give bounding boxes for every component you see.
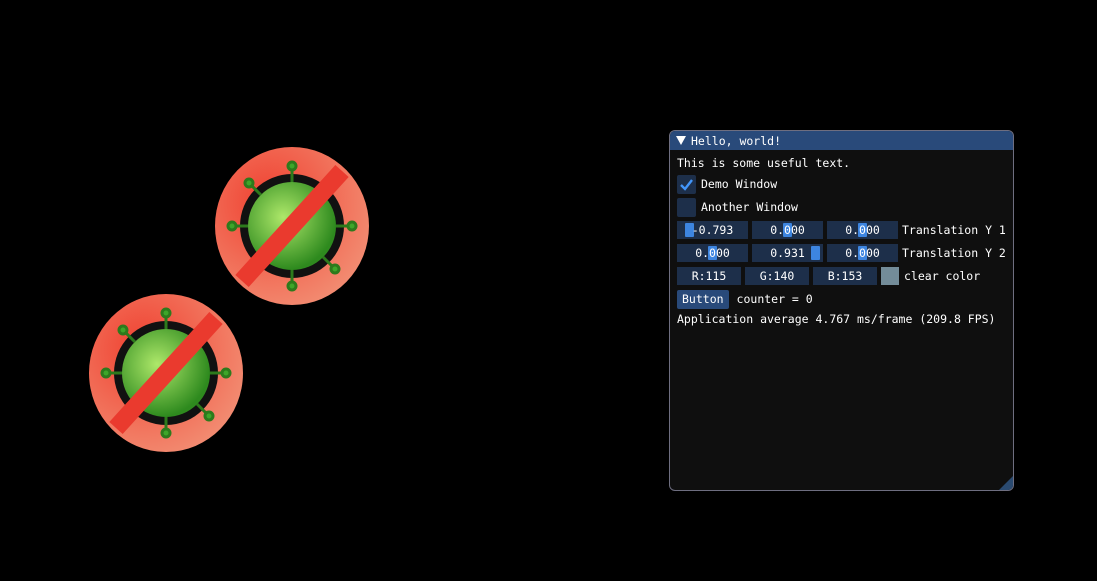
counter-button[interactable]: Button <box>677 289 729 309</box>
window-titlebar[interactable]: Hello, world! <box>670 131 1013 150</box>
slider-value: 0.000 <box>695 246 730 260</box>
no-virus-icon <box>215 147 369 305</box>
b-value: B:153 <box>827 269 863 283</box>
translation-y1-label: Translation Y 1 <box>902 223 1006 237</box>
resize-grip-icon[interactable] <box>999 476 1013 490</box>
demo-window-checkbox-row[interactable]: Demo Window <box>677 174 777 194</box>
slider-value: 0.000 <box>845 246 880 260</box>
translation-y1-z-slider[interactable]: 0.000 <box>827 221 898 239</box>
clear-color-r-field[interactable]: R:115 <box>677 267 741 285</box>
render-viewport: Hello, world! This is some useful text. … <box>0 0 1097 581</box>
translation-y1-row: -0.793 0.000 0.000 Translation Y 1 <box>677 220 1006 240</box>
slider-grab[interactable] <box>811 246 820 260</box>
button-row: Button counter = 0 <box>677 289 813 309</box>
counter-text: counter = 0 <box>736 292 813 306</box>
translation-y1-y-slider[interactable]: 0.000 <box>752 221 823 239</box>
demo-window-checkbox[interactable] <box>677 174 696 194</box>
hello-world-window[interactable]: Hello, world! This is some useful text. … <box>669 130 1014 491</box>
slider-value: -0.793 <box>691 223 734 237</box>
clear-color-swatch[interactable] <box>881 267 899 285</box>
g-value: G:140 <box>759 269 795 283</box>
clear-color-row: R:115 G:140 B:153 clear color <box>677 266 980 286</box>
no-virus-sprite-1 <box>214 146 370 306</box>
slider-value: 0.931 <box>770 246 805 260</box>
clear-color-label: clear color <box>904 269 981 283</box>
slider-value: 0.000 <box>770 223 805 237</box>
useful-text: This is some useful text. <box>677 156 851 170</box>
clear-color-g-field[interactable]: G:140 <box>745 267 809 285</box>
another-window-label: Another Window <box>701 200 798 214</box>
clear-color-b-field[interactable]: B:153 <box>813 267 877 285</box>
window-title: Hello, world! <box>691 133 782 148</box>
collapse-arrow-icon[interactable] <box>676 136 686 145</box>
no-virus-sprite-2 <box>88 293 244 453</box>
no-virus-icon <box>89 294 243 452</box>
another-window-checkbox[interactable] <box>677 197 696 217</box>
another-window-checkbox-row[interactable]: Another Window <box>677 197 798 217</box>
translation-y2-x-slider[interactable]: 0.000 <box>677 244 748 262</box>
translation-y2-z-slider[interactable]: 0.000 <box>827 244 898 262</box>
r-value: R:115 <box>691 269 727 283</box>
useful-text-row: This is some useful text. <box>677 153 850 173</box>
demo-window-label: Demo Window <box>701 177 778 191</box>
translation-y2-label: Translation Y 2 <box>902 246 1006 260</box>
checkmark-icon <box>680 178 693 191</box>
translation-y2-y-slider[interactable]: 0.931 <box>752 244 823 262</box>
slider-value: 0.000 <box>845 223 880 237</box>
button-label: Button <box>682 292 724 306</box>
translation-y2-row: 0.000 0.931 0.000 Translation Y 2 <box>677 243 1006 263</box>
fps-text: Application average 4.767 ms/frame (209.… <box>677 312 996 326</box>
translation-y1-x-slider[interactable]: -0.793 <box>677 221 748 239</box>
fps-row: Application average 4.767 ms/frame (209.… <box>677 309 996 329</box>
